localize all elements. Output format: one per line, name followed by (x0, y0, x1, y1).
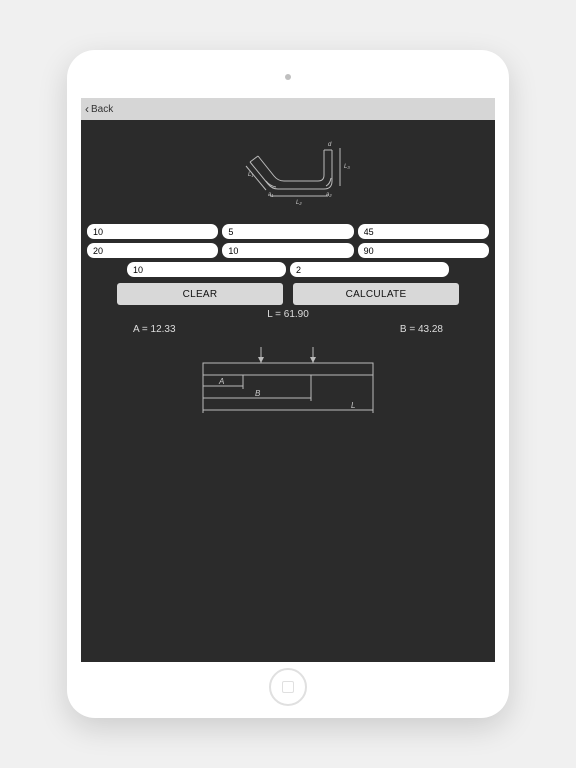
label-L: L (351, 401, 355, 410)
home-icon (282, 681, 294, 693)
tablet-camera (285, 74, 291, 80)
result-B: B = 43.28 (400, 324, 443, 335)
layout-diagram: A B L (87, 341, 489, 427)
tablet-home-button[interactable] (269, 668, 307, 706)
input-r1c3[interactable] (358, 224, 489, 239)
input-r2c2[interactable] (222, 243, 353, 258)
input-row-2 (87, 243, 489, 258)
input-r2c3[interactable] (358, 243, 489, 258)
label-A: A (218, 377, 224, 386)
result-A: A = 12.33 (133, 324, 176, 335)
back-button[interactable]: ‹ Back (81, 98, 495, 120)
clear-button[interactable]: CLEAR (117, 283, 283, 305)
input-row-3 (87, 262, 489, 277)
label-L2: L₂ (296, 200, 302, 206)
label-L3: L₃ (344, 164, 350, 170)
result-AB-row: A = 12.33 B = 43.28 (87, 324, 489, 335)
input-r3c1[interactable] (127, 262, 286, 277)
label-d: d (328, 142, 332, 148)
label-a1: a₁ (268, 192, 273, 198)
calculate-button[interactable]: CALCULATE (293, 283, 459, 305)
result-L: L = 61.90 (87, 309, 489, 320)
input-r3c2[interactable] (290, 262, 449, 277)
input-r2c1[interactable] (87, 243, 218, 258)
tablet-frame: ‹ Back (67, 50, 509, 718)
input-r1c1[interactable] (87, 224, 218, 239)
input-r1c2[interactable] (222, 224, 353, 239)
app-screen: ‹ Back (81, 98, 495, 662)
input-row-1 (87, 224, 489, 239)
label-B: B (255, 389, 261, 398)
content-area: L₁ L₂ L₃ a₁ a₂ d (81, 120, 495, 662)
label-a2: a₂ (326, 192, 332, 198)
chevron-left-icon: ‹ (85, 103, 89, 115)
button-row: CLEAR CALCULATE (87, 283, 489, 305)
bend-diagram: L₁ L₂ L₃ a₁ a₂ d (87, 126, 489, 220)
back-label: Back (91, 104, 113, 115)
label-L1: L₁ (248, 172, 253, 178)
